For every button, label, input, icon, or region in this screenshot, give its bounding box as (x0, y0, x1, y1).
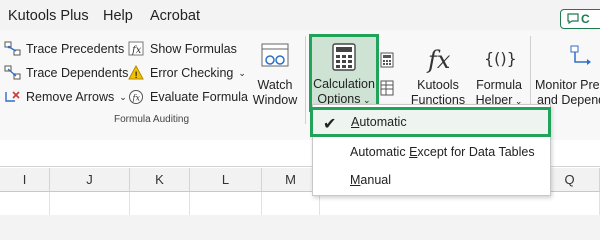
svg-text:fx: fx (426, 46, 451, 74)
error-checking-label: Error Checking (150, 66, 234, 80)
remove-arrows-button[interactable]: Remove Arrows ⌄ (4, 89, 127, 105)
grid-column[interactable] (190, 192, 262, 215)
tab-kutools-plus[interactable]: Kutools Plus (8, 8, 89, 24)
watch-window-icon (261, 43, 289, 67)
remove-arrows-label: Remove Arrows (26, 90, 115, 104)
svg-text:fx: fx (132, 94, 141, 103)
show-formulas-icon: fx (128, 41, 146, 57)
formula-auditing-group-label: Formula Auditing (114, 114, 190, 125)
trace-precedents-icon (4, 41, 22, 57)
grid-column[interactable] (130, 192, 190, 215)
grid-column[interactable] (0, 192, 50, 215)
watch-window-line2: Window (252, 93, 298, 107)
checkmark-icon: ✔ (323, 116, 337, 133)
comments-button[interactable]: C (560, 9, 600, 29)
menu-item-label: Automatic (351, 115, 407, 129)
tab-acrobat[interactable]: Acrobat (150, 8, 200, 24)
kutools-functions-line1: Kutools (417, 78, 459, 92)
trace-precedents-label: Trace Precedents (26, 42, 125, 56)
tab-help[interactable]: Help (103, 8, 133, 24)
chevron-down-icon[interactable]: ⌄ (119, 92, 127, 103)
fx-icon: fx (426, 46, 451, 74)
calculation-options-button[interactable]: Calculation Options ⌄ (309, 34, 379, 112)
comments-label: C (581, 12, 590, 26)
calculator-icon (332, 43, 356, 71)
error-checking-icon: ! (128, 65, 146, 81)
column-header[interactable]: L (190, 168, 262, 192)
group-divider (305, 36, 306, 124)
trace-precedents-button[interactable]: Trace Precedents (4, 41, 124, 57)
trace-dependents-button[interactable]: Trace Dependents (4, 65, 128, 81)
menu-item-label: Manual (350, 173, 392, 187)
column-header[interactable]: J (50, 168, 130, 192)
evaluate-formula-label: Evaluate Formula (150, 90, 248, 104)
monitor-precedents-icon (570, 45, 591, 65)
show-formulas-label: Show Formulas (150, 42, 237, 56)
ribbon-tab-bar: Kutools Plus Help Acrobat C (0, 0, 600, 30)
calculate-now-icon[interactable] (380, 52, 394, 71)
svg-text:{()}: {()} (484, 49, 515, 68)
calculation-options-menu: ✔ Automatic Automatic Except for Data Ta… (310, 104, 551, 196)
watch-window-line1: Watch (257, 78, 293, 92)
menu-item-label: Automatic Except for Data Tables (350, 145, 535, 159)
formula-helper-line1: Formula (476, 78, 522, 92)
comment-icon (567, 13, 579, 24)
menu-item-automatic-except-data-tables[interactable]: Automatic Except for Data Tables (313, 138, 550, 167)
trace-dependents-icon (4, 65, 22, 81)
evaluate-formula-icon: fx (128, 89, 146, 105)
show-formulas-button[interactable]: fx Show Formulas (128, 41, 237, 57)
braces-icon: {()} (484, 49, 515, 68)
trace-dependents-label: Trace Dependents (26, 66, 129, 80)
grid-column[interactable] (50, 192, 130, 215)
evaluate-formula-button[interactable]: fx Evaluate Formula (128, 89, 248, 105)
column-header[interactable]: I (0, 168, 50, 192)
watch-window-button[interactable]: Watch Window (250, 42, 300, 108)
menu-item-manual[interactable]: Manual (313, 166, 550, 195)
svg-text:fx: fx (131, 45, 142, 56)
remove-arrows-icon (4, 89, 22, 105)
error-checking-button[interactable]: ! Error Checking ⌄ (128, 65, 246, 81)
chevron-down-icon[interactable]: ⌄ (238, 68, 246, 79)
formula-helper-button[interactable]: {()} Formula Helper ⌄ (472, 42, 526, 109)
svg-text:!: ! (135, 70, 138, 80)
monitor-precedents-button[interactable]: Monitor Prec and Depend (533, 42, 600, 108)
monitor-line1: Monitor Prec (535, 78, 600, 92)
column-header[interactable]: K (130, 168, 190, 192)
calculate-sheet-icon[interactable] (380, 80, 394, 99)
menu-item-automatic[interactable]: ✔ Automatic (310, 107, 551, 137)
calculation-options-line1: Calculation (313, 77, 375, 91)
